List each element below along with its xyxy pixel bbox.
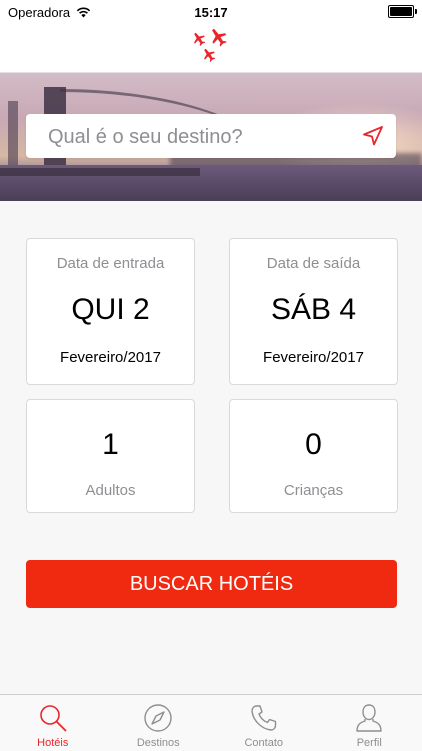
tab-hotels-label: Hotéis: [0, 737, 106, 749]
status-bar: Operadora 15:17: [0, 0, 422, 24]
adults-caption: Adultos: [27, 482, 194, 499]
location-arrow-icon[interactable]: [362, 125, 384, 147]
tab-bar: Hotéis Destinos Contato Perfil: [0, 694, 422, 751]
search-icon: [38, 703, 68, 733]
destination-search-box[interactable]: [26, 114, 396, 158]
tab-destinations-label: Destinos: [106, 737, 212, 749]
children-count: 0: [230, 428, 397, 462]
status-time: 15:17: [0, 5, 422, 20]
tab-profile[interactable]: Perfil: [317, 695, 422, 751]
nav-bar: [0, 24, 422, 73]
status-right: [388, 5, 414, 18]
checkin-caption: Data de entrada: [27, 255, 194, 272]
tab-destinations[interactable]: Destinos: [106, 695, 212, 751]
checkout-date-card[interactable]: Data de saída SÁB 4 Fevereiro/2017: [229, 238, 398, 385]
adults-card[interactable]: 1 Adultos: [26, 399, 195, 513]
search-hotels-button[interactable]: BUSCAR HOTÉIS: [26, 560, 397, 608]
checkout-day: SÁB 4: [230, 293, 397, 327]
adults-count: 1: [27, 428, 194, 462]
children-card[interactable]: 0 Crianças: [229, 399, 398, 513]
destination-input[interactable]: [46, 114, 350, 160]
checkin-day: QUI 2: [27, 293, 194, 327]
checkin-month: Fevereiro/2017: [27, 349, 194, 366]
tab-contact[interactable]: Contato: [211, 695, 317, 751]
children-caption: Crianças: [230, 482, 397, 499]
tab-contact-label: Contato: [211, 737, 317, 749]
phone-icon: [249, 703, 279, 733]
battery-icon: [388, 5, 414, 18]
tab-profile-label: Perfil: [317, 737, 422, 749]
compass-icon: [143, 703, 173, 733]
airplanes-logo-icon: [186, 28, 236, 68]
checkin-date-card[interactable]: Data de entrada QUI 2 Fevereiro/2017: [26, 238, 195, 385]
tab-hotels[interactable]: Hotéis: [0, 695, 106, 751]
person-icon: [354, 703, 384, 733]
checkout-caption: Data de saída: [230, 255, 397, 272]
checkout-month: Fevereiro/2017: [230, 349, 397, 366]
